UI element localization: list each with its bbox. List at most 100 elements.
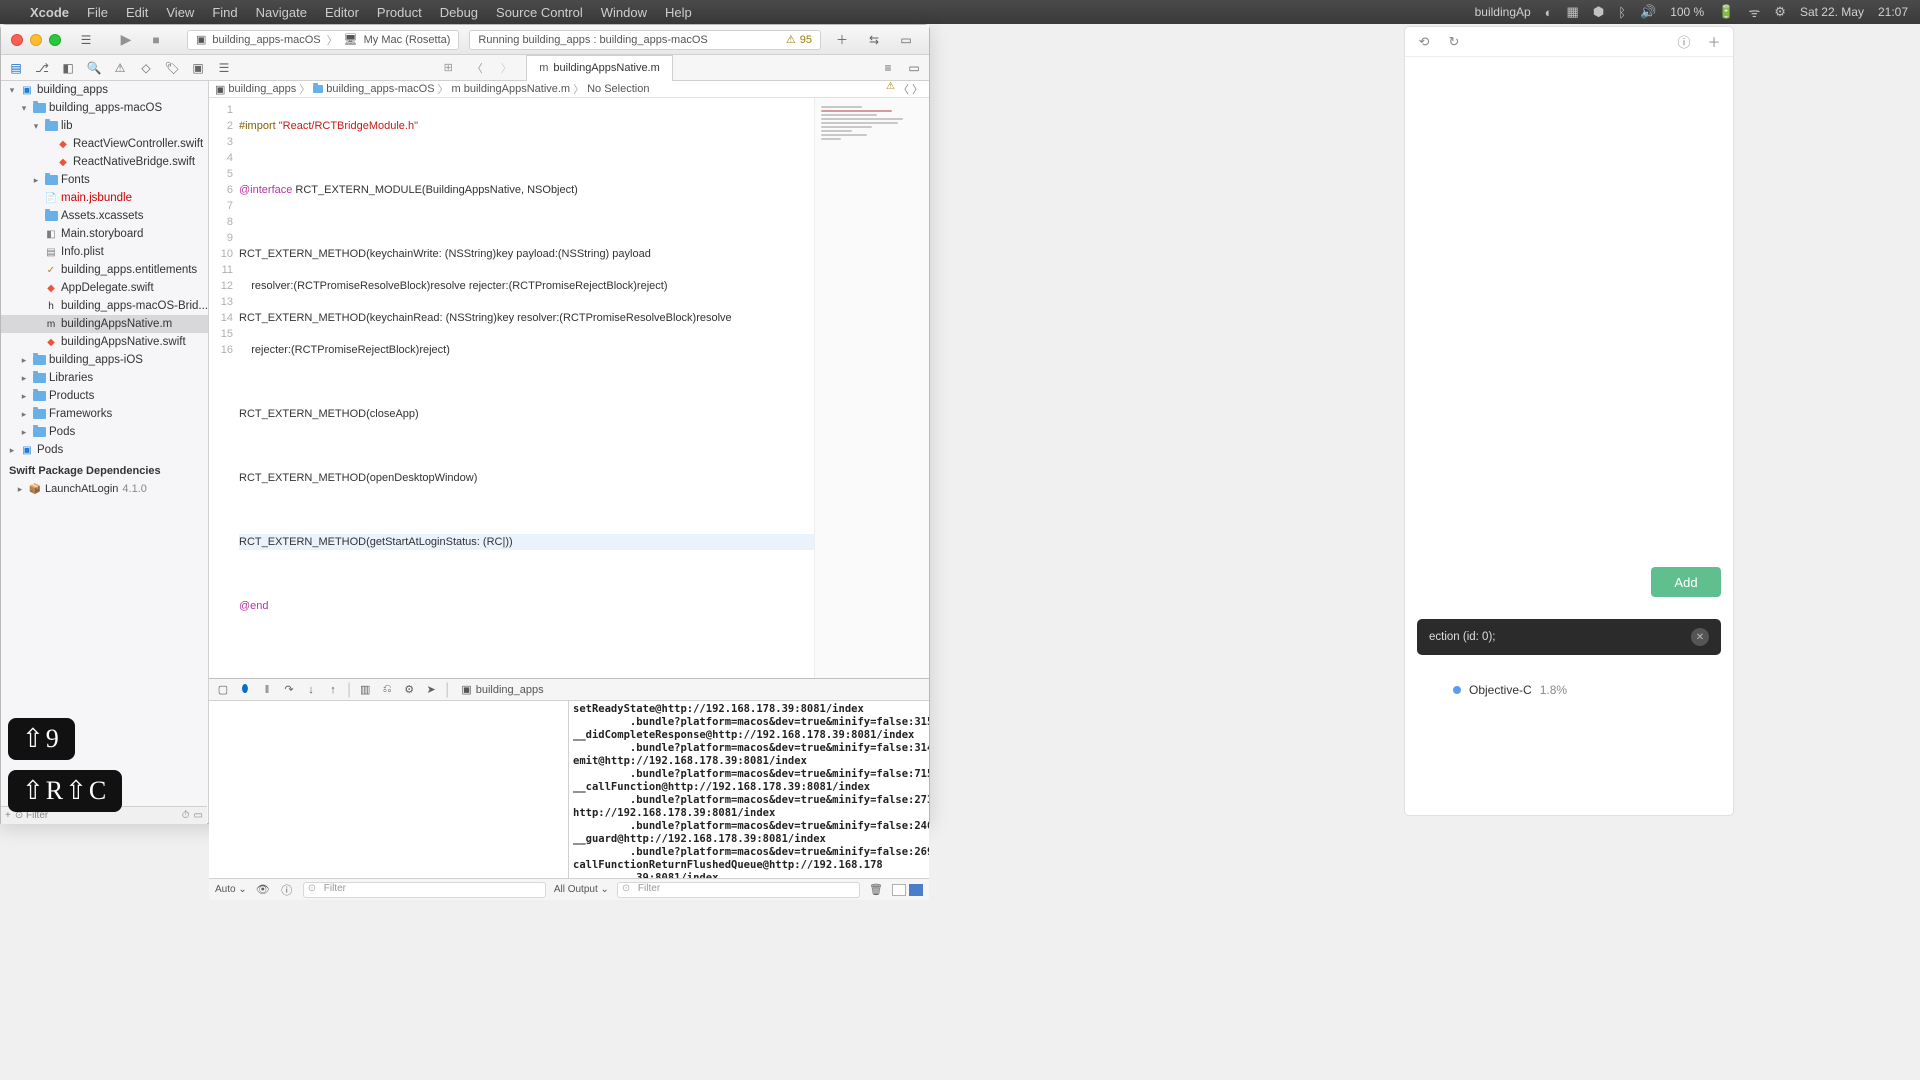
menubar-time[interactable]: 21:07: [1878, 5, 1908, 19]
step-into-icon[interactable]: ↓: [303, 682, 319, 698]
tree-folder[interactable]: ▸Products: [1, 387, 208, 405]
zoom-window-button[interactable]: [49, 34, 61, 46]
scheme-selector[interactable]: ▣ building_apps-macOS 〉 🖥 My Mac (Rosett…: [187, 30, 459, 50]
tree-file[interactable]: ◆AppDelegate.swift: [1, 279, 208, 297]
library-icon[interactable]: ▭: [895, 30, 917, 50]
menu-product[interactable]: Product: [377, 5, 422, 20]
issue-count[interactable]: 95: [800, 34, 812, 46]
auto-scope-selector[interactable]: Auto ⌄: [215, 884, 247, 895]
variables-view[interactable]: [209, 701, 569, 878]
jump-issue-next-icon[interactable]: 〉: [912, 81, 923, 97]
right-pane-toggle[interactable]: [909, 884, 923, 896]
editor-tab[interactable]: m buildingAppsNative.m: [526, 55, 673, 81]
code-content[interactable]: #import "React/RCTBridgeModule.h" @inter…: [239, 98, 814, 678]
tree-file[interactable]: 📄main.jsbundle: [1, 189, 208, 207]
test-navigator-icon[interactable]: ◇: [137, 59, 155, 77]
tree-folder[interactable]: ▸building_apps-iOS: [1, 351, 208, 369]
tree-folder[interactable]: ▾lib: [1, 117, 208, 135]
menu-view[interactable]: View: [166, 5, 194, 20]
menu-editor[interactable]: Editor: [325, 5, 359, 20]
volume-icon[interactable]: 🔊: [1640, 4, 1656, 20]
tree-folder[interactable]: ▸▣Pods: [1, 441, 208, 459]
project-navigator[interactable]: ▾▣building_apps ▾building_apps-macOS ▾li…: [1, 81, 209, 823]
layout-grid-icon[interactable]: ⊞: [439, 59, 457, 77]
info-icon[interactable]: ⓘ: [279, 882, 295, 898]
console-output[interactable]: setReadyState@http://192.168.178.39:8081…: [569, 701, 929, 878]
trash-icon[interactable]: 🗑: [868, 882, 884, 898]
debug-navigator-icon[interactable]: 🏷: [163, 59, 181, 77]
view-debug-icon[interactable]: ▥: [357, 682, 373, 698]
menu-file[interactable]: File: [87, 5, 108, 20]
find-navigator-icon[interactable]: 🔍: [85, 59, 103, 77]
menu-debug[interactable]: Debug: [440, 5, 478, 20]
hide-debug-icon[interactable]: ▢: [215, 682, 231, 698]
environment-icon[interactable]: ⚙: [401, 682, 417, 698]
panel-history-icon[interactable]: ⟲: [1415, 33, 1433, 51]
breakpoint-navigator-icon[interactable]: ▣: [189, 59, 207, 77]
warning-icon[interactable]: ⚠: [786, 33, 796, 46]
step-over-icon[interactable]: ↷: [281, 682, 297, 698]
minimize-window-button[interactable]: [30, 34, 42, 46]
close-window-button[interactable]: [11, 34, 23, 46]
sidebar-toggle-icon[interactable]: ☰: [75, 30, 97, 50]
tree-file[interactable]: hbuilding_apps-macOS-Brid...: [1, 297, 208, 315]
panel-refresh-icon[interactable]: ↻: [1445, 33, 1463, 51]
menu-navigate[interactable]: Navigate: [256, 5, 307, 20]
scm-filter-icon[interactable]: ▭: [194, 810, 203, 821]
console-filter-input[interactable]: Filter: [617, 882, 860, 898]
menu-window[interactable]: Window: [601, 5, 647, 20]
tree-file[interactable]: Assets.xcassets: [1, 207, 208, 225]
jump-warning-icon[interactable]: ⚠: [886, 81, 895, 97]
tree-file[interactable]: ◧Main.storyboard: [1, 225, 208, 243]
package-item[interactable]: ▸📦LaunchAtLogin4.1.0: [1, 480, 208, 498]
add-tab-icon[interactable]: ＋: [831, 30, 853, 50]
tree-file[interactable]: ◆ReactNativeBridge.swift: [1, 153, 208, 171]
tree-file[interactable]: ▤Info.plist: [1, 243, 208, 261]
app-menu[interactable]: Xcode: [30, 5, 69, 20]
stop-button[interactable]: ■: [145, 30, 167, 50]
panel-add-icon[interactable]: ＋: [1705, 33, 1723, 51]
user-avatar-icon[interactable]: ◐: [1545, 5, 1553, 20]
add-button[interactable]: Add: [1651, 567, 1721, 597]
menu-source-control[interactable]: Source Control: [496, 5, 583, 20]
menu-find[interactable]: Find: [212, 5, 237, 20]
wifi-icon[interactable]: ᯤ: [1748, 3, 1760, 21]
symbol-navigator-icon[interactable]: ◧: [59, 59, 77, 77]
menubar-app-icon-2[interactable]: ⬢: [1593, 4, 1604, 20]
memory-graph-icon[interactable]: ⎌: [379, 682, 395, 698]
control-center-icon[interactable]: ⚙: [1774, 4, 1786, 20]
tree-folder[interactable]: ▸Frameworks: [1, 405, 208, 423]
toast-close-icon[interactable]: ✕: [1691, 628, 1709, 646]
jump-issue-prev-icon[interactable]: 〈: [898, 81, 909, 97]
tree-file[interactable]: ◆buildingAppsNative.swift: [1, 333, 208, 351]
debug-target[interactable]: ▣building_apps: [461, 683, 543, 696]
project-navigator-icon[interactable]: ▤: [7, 59, 25, 77]
tree-folder[interactable]: ▾building_apps-macOS: [1, 99, 208, 117]
menubar-app-icon[interactable]: ▦: [1567, 4, 1579, 20]
tree-file-selected[interactable]: mbuildingAppsNative.m: [1, 315, 208, 333]
editor-options-icon[interactable]: ▭: [905, 59, 923, 77]
quicklook-icon[interactable]: 👁: [255, 882, 271, 898]
pause-icon[interactable]: ‖: [259, 682, 275, 698]
bluetooth-icon[interactable]: ᛒ: [1618, 5, 1626, 20]
code-review-icon[interactable]: ⇆: [863, 30, 885, 50]
breakpoints-toggle-icon[interactable]: ⬮: [237, 682, 253, 698]
nav-back-icon[interactable]: 〈: [468, 59, 486, 77]
source-editor[interactable]: 12345678910111213141516 #import "React/R…: [209, 98, 929, 678]
left-pane-toggle[interactable]: [892, 884, 906, 896]
step-out-icon[interactable]: ↑: [325, 682, 341, 698]
minimap[interactable]: [814, 98, 929, 678]
source-control-navigator-icon[interactable]: ⎇: [33, 59, 51, 77]
tree-root[interactable]: ▾▣building_apps: [1, 81, 208, 99]
minimap-toggle-icon[interactable]: ≡: [879, 59, 897, 77]
tree-file[interactable]: ◆ReactViewController.swift: [1, 135, 208, 153]
jump-bar[interactable]: ▣building_apps〉 building_apps-macOS〉 mbu…: [209, 81, 929, 98]
issue-navigator-icon[interactable]: ⚠: [111, 59, 129, 77]
filter-add-icon[interactable]: +: [5, 810, 11, 821]
run-button[interactable]: ▶: [115, 30, 137, 50]
menu-edit[interactable]: Edit: [126, 5, 148, 20]
tree-folder[interactable]: ▸Fonts: [1, 171, 208, 189]
menubar-date[interactable]: Sat 22. May: [1800, 5, 1864, 19]
output-scope-selector[interactable]: All Output ⌄: [554, 884, 609, 895]
tree-folder[interactable]: ▸Pods: [1, 423, 208, 441]
